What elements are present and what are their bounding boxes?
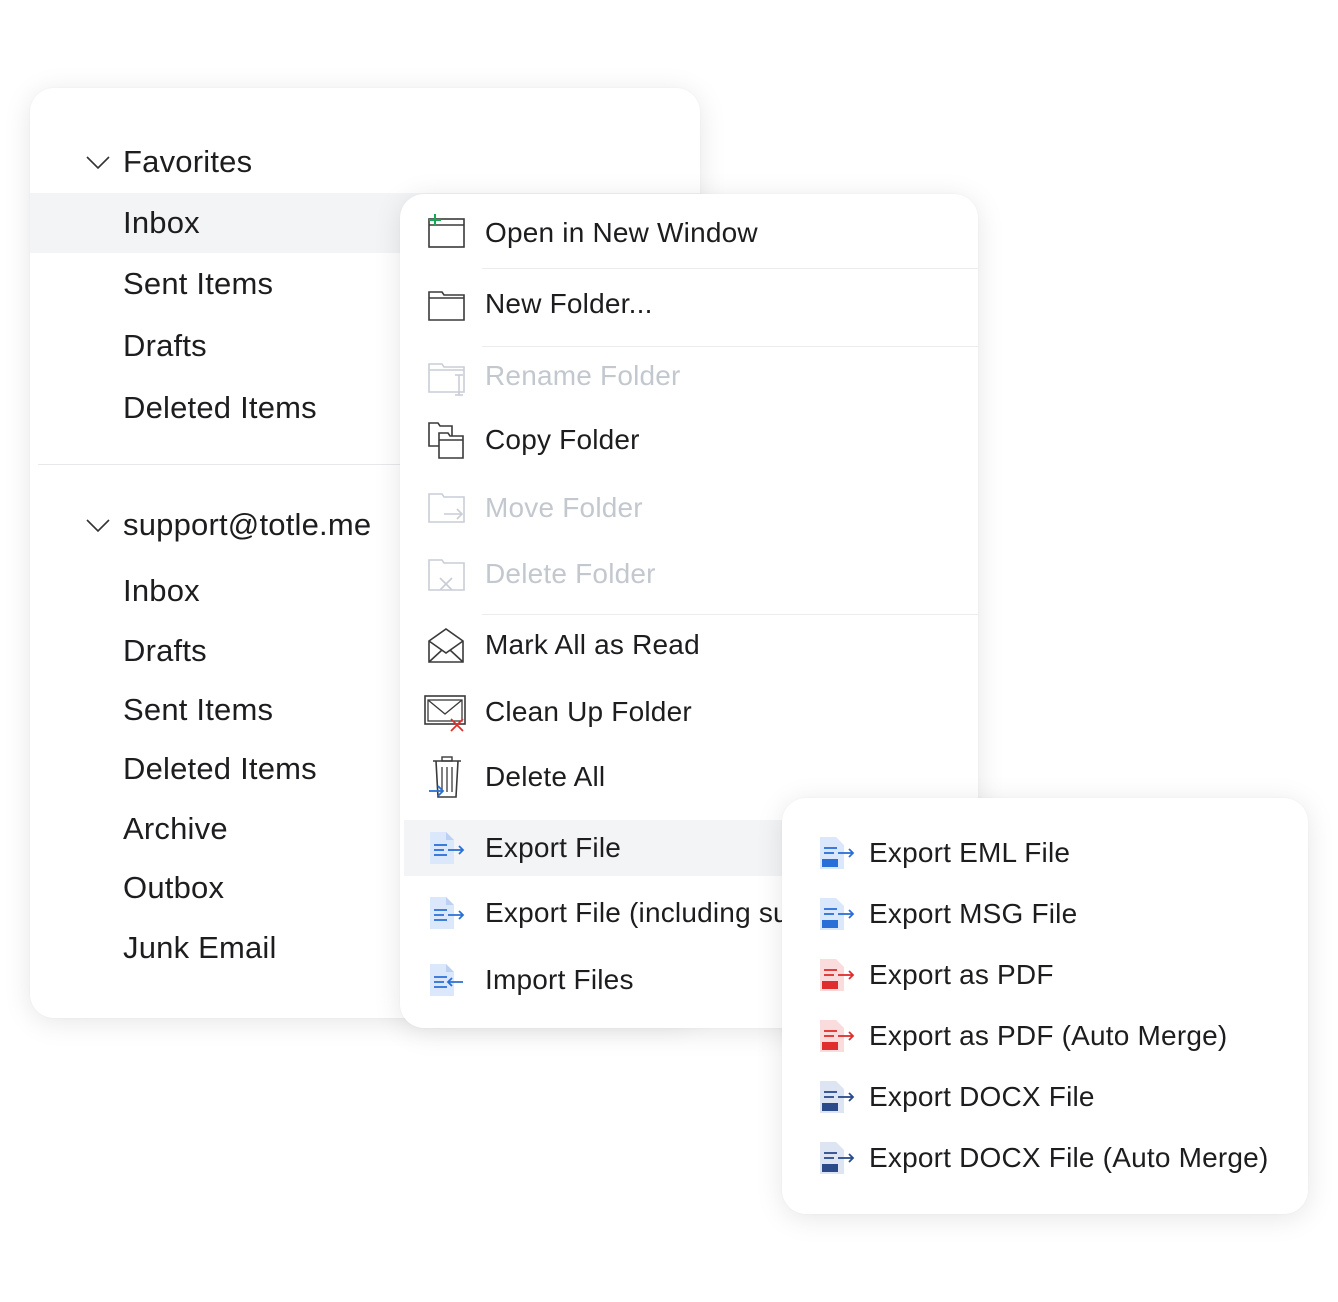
submenu-export-pdf-auto-merge[interactable]: Export as PDF (Auto Merge) [782, 1008, 1308, 1064]
submenu-label: Export as PDF [869, 959, 1054, 990]
folder-label: Sent Items [123, 266, 274, 301]
menu-rename-folder: Rename Folder [400, 346, 978, 406]
favorites-header[interactable]: Favorites [30, 132, 700, 192]
menu-label: Export File (including su [485, 897, 789, 928]
menu-copy-folder[interactable]: Copy Folder [400, 410, 978, 470]
section-divider [38, 464, 438, 465]
trash-icon [424, 755, 468, 799]
submenu-export-docx[interactable]: Export DOCX File [782, 1069, 1308, 1125]
folder-label: Drafts [123, 633, 207, 668]
export-submenu: Export EML File Export MSG File Export a… [782, 798, 1308, 1214]
submenu-label: Export DOCX File [869, 1081, 1095, 1112]
folder-label: Junk Email [123, 930, 277, 965]
docx-file-icon [816, 1077, 856, 1117]
menu-move-folder: Move Folder [400, 478, 978, 538]
folder-move-icon [424, 486, 468, 530]
folder-copy-icon [424, 418, 468, 462]
envelope-open-icon [424, 623, 468, 667]
folder-label: Outbox [123, 870, 225, 905]
menu-label: Rename Folder [485, 360, 681, 391]
docx-file-icon [816, 1138, 856, 1178]
menu-label: Copy Folder [485, 424, 640, 455]
submenu-export-pdf[interactable]: Export as PDF [782, 947, 1308, 1003]
menu-label: Import Files [485, 964, 634, 995]
submenu-label: Export EML File [869, 837, 1071, 868]
folder-label: Inbox [123, 205, 200, 240]
folder-delete-icon [424, 552, 468, 596]
menu-clean-up-folder[interactable]: Clean Up Folder [400, 682, 978, 742]
folder-label: Drafts [123, 328, 207, 363]
submenu-label: Export MSG File [869, 898, 1078, 929]
menu-new-folder[interactable]: New Folder... [400, 274, 978, 334]
submenu-label: Export DOCX File (Auto Merge) [869, 1142, 1269, 1173]
envelope-clean-icon [424, 690, 468, 734]
file-import-icon [424, 958, 468, 1002]
file-export-icon [424, 891, 468, 935]
submenu-export-eml[interactable]: Export EML File [782, 825, 1308, 881]
folder-label: Sent Items [123, 692, 274, 727]
menu-label: Export File [485, 832, 622, 863]
submenu-export-msg[interactable]: Export MSG File [782, 886, 1308, 942]
folder-label: Inbox [123, 573, 200, 608]
menu-mark-all-read[interactable]: Mark All as Read [400, 614, 978, 676]
folder-rename-icon [424, 354, 468, 398]
msg-file-icon [816, 894, 856, 934]
menu-label: New Folder... [485, 288, 653, 319]
folder-icon [424, 282, 468, 326]
pdf-file-icon [816, 955, 856, 995]
menu-label: Delete All [485, 761, 606, 792]
window-plus-icon [424, 211, 468, 255]
folder-label: Archive [123, 811, 228, 846]
file-export-icon [424, 826, 468, 870]
menu-label: Mark All as Read [485, 629, 700, 660]
submenu-label: Export as PDF (Auto Merge) [869, 1020, 1228, 1051]
menu-label: Clean Up Folder [485, 696, 692, 727]
menu-label: Open in New Window [485, 217, 758, 248]
menu-label: Move Folder [485, 492, 643, 523]
menu-delete-folder: Delete Folder [400, 544, 978, 604]
chevron-down-icon[interactable] [84, 148, 112, 176]
menu-open-new-window[interactable]: Open in New Window [400, 204, 978, 262]
pdf-file-icon [816, 1016, 856, 1056]
chevron-down-icon[interactable] [84, 511, 112, 539]
menu-label: Delete Folder [485, 558, 656, 589]
submenu-export-docx-auto-merge[interactable]: Export DOCX File (Auto Merge) [782, 1130, 1308, 1186]
folder-label: Deleted Items [123, 390, 317, 425]
favorites-title: Favorites [123, 144, 253, 179]
account-title: support@totle.me [123, 507, 372, 542]
folder-label: Deleted Items [123, 751, 317, 786]
menu-separator [482, 268, 978, 269]
eml-file-icon [816, 833, 856, 873]
